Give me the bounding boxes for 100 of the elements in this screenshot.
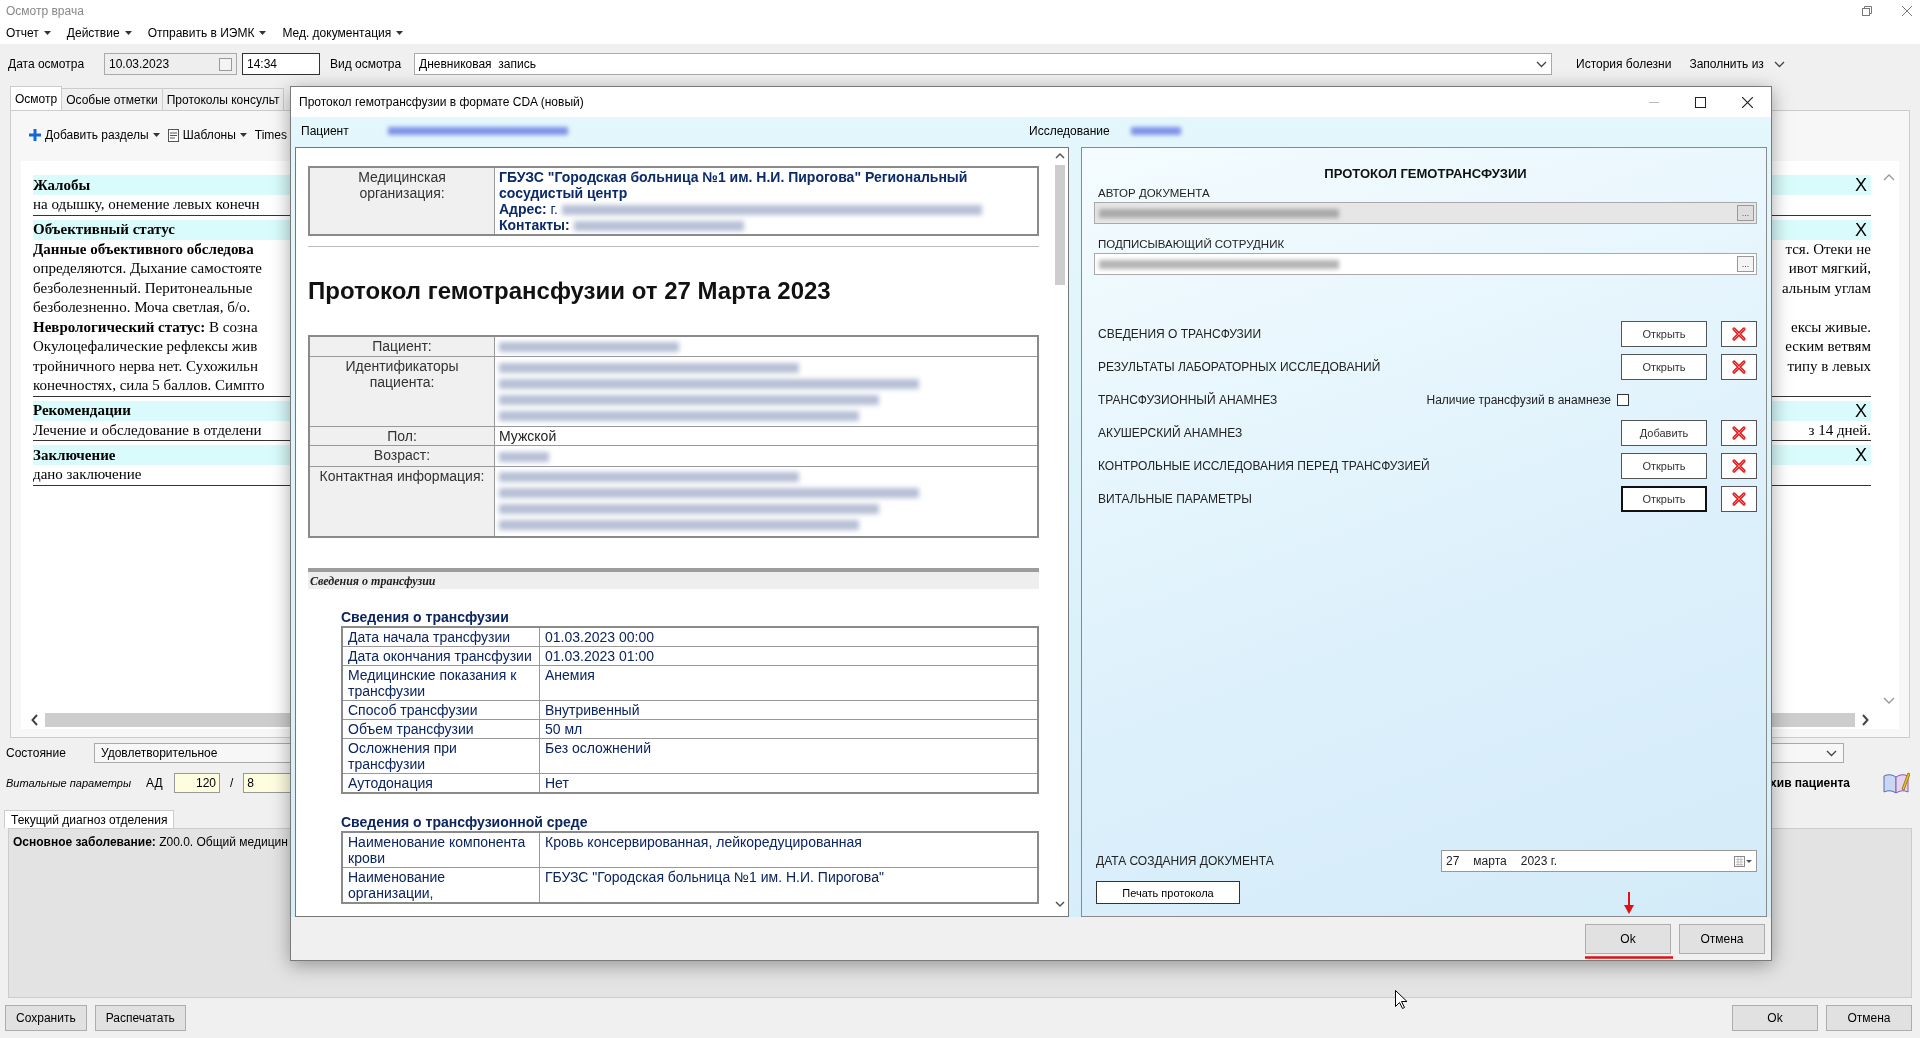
text-line: типу в левых	[1787, 357, 1871, 375]
open-button[interactable]: Открыть	[1621, 353, 1707, 380]
field-label: Исследование	[1029, 124, 1111, 138]
menu-item[interactable]: Отправить в ИЭМК	[145, 26, 269, 40]
chevron-down-icon	[1826, 749, 1837, 757]
delete-button[interactable]	[1721, 419, 1757, 446]
delete-button[interactable]	[1721, 452, 1757, 479]
text-line: Окулоцефалические рефлексы жив	[33, 338, 258, 356]
table-cell: Контактная информация:	[309, 466, 495, 537]
section-title: Объективный статус	[33, 221, 175, 238]
employee-field[interactable]: ...	[1094, 253, 1757, 275]
scrollbar-thumb[interactable]	[1054, 165, 1065, 285]
remove-section-button[interactable]: X	[1851, 446, 1871, 464]
menu-item[interactable]: Действие	[64, 26, 134, 40]
menu-item[interactable]: Отчет	[4, 26, 53, 40]
chevron-down-icon	[1773, 60, 1785, 68]
open-button[interactable]: Открыть	[1621, 320, 1707, 347]
table-cell: Медицинские показания к трансфузии	[342, 665, 540, 701]
date-field[interactable]: 27 марта 2023 г.	[1441, 850, 1757, 872]
open-button[interactable]: Открыть	[1621, 485, 1707, 512]
document-title: Протокол гемотрансфузии от 27 Марта 2023	[308, 277, 832, 305]
dialog-button[interactable]: Ok	[1585, 923, 1671, 954]
text-line: з 14 дней.	[1808, 421, 1871, 439]
scroll-up-icon[interactable]	[1054, 152, 1065, 159]
print-button[interactable]: Печать протокола	[1096, 881, 1240, 904]
mouse-cursor-icon	[1395, 990, 1407, 1009]
chevron-down-icon	[1536, 60, 1547, 68]
toolbar-button[interactable]: Times	[254, 128, 288, 142]
section-label: ВИТАЛЬНЫЕ ПАРАМЕТРЫ	[1098, 491, 1252, 506]
caret-icon	[152, 133, 160, 137]
text-line: еским ветвям	[1785, 338, 1871, 356]
calendar-icon[interactable]	[1734, 855, 1752, 867]
form-title: ПРОТОКОЛ ГЕМОТРАНСФУЗИИ	[1323, 166, 1528, 181]
history-button[interactable]: История болезни	[1576, 57, 1672, 71]
remove-section-button[interactable]: X	[1851, 220, 1871, 239]
close-icon[interactable]	[1742, 96, 1753, 108]
table-cell: Осложнения при трансфузии	[342, 738, 540, 774]
delete-icon	[1731, 358, 1747, 375]
field-label: Пациент	[301, 124, 350, 138]
scroll-left-icon[interactable]	[31, 714, 39, 726]
restore-icon[interactable]	[1862, 6, 1872, 16]
table-cell: Медицинская организация:	[309, 167, 495, 235]
tab[interactable]: Протоколы консульт	[161, 88, 285, 110]
tab[interactable]: Осмотр	[10, 86, 63, 110]
text-line: на одышку, онемение левых конечн	[33, 196, 260, 214]
footer-button[interactable]: Распечатать	[94, 1005, 186, 1031]
toolbar-button[interactable]: Шаблоны	[167, 128, 247, 142]
separator-text: /	[230, 776, 234, 790]
text-line: тся. Отеки не	[1785, 240, 1871, 258]
section-label: РЕЗУЛЬТАТЫ ЛАБОРАТОРНЫХ ИССЛЕДОВАНИЙ	[1098, 359, 1381, 374]
browse-button: ...	[1737, 205, 1754, 221]
date-field[interactable]: 10.03.2023	[104, 53, 237, 75]
remove-section-button[interactable]: X	[1851, 176, 1871, 194]
menu-item[interactable]: Мед. документация	[280, 26, 406, 40]
time-field[interactable]: 14:34	[242, 53, 320, 75]
dialog-title: Протокол гемотрансфузии в формате CDA (новый)	[299, 95, 584, 109]
delete-icon	[1731, 424, 1747, 441]
footer-button[interactable]: Отмена	[1826, 1005, 1912, 1031]
blurred-text	[499, 451, 549, 462]
field-label: Состояние	[6, 746, 67, 760]
book-icon[interactable]	[1882, 771, 1910, 795]
caret-icon	[239, 133, 247, 137]
text-line: Лечение и обследование в отделени	[33, 421, 262, 439]
caret-icon	[43, 31, 51, 35]
tab[interactable]: Текущий диагноз отделения	[4, 810, 175, 828]
section-label: СВЕДЕНИЯ О ТРАНСФУЗИИ	[1098, 326, 1262, 341]
text-line: Данные объективного обследова	[33, 240, 254, 258]
section-label: ТРАНСФУЗИОННЫЙ АНАМНЕЗ	[1098, 392, 1278, 407]
scroll-down-icon[interactable]	[1054, 901, 1065, 908]
remove-section-button[interactable]: X	[1851, 401, 1871, 420]
toolbar-button[interactable]: Добавить разделы	[29, 128, 160, 142]
section-label: КОНТРОЛЬНЫЕ ИССЛЕДОВАНИЯ ПЕРЕД ТРАНСФУЗИЕЙ	[1098, 458, 1430, 473]
organization-detail: Адрес: г.	[499, 201, 558, 217]
checkbox-icon[interactable]	[219, 57, 232, 71]
browse-button[interactable]: ...	[1737, 256, 1754, 272]
dialog-button[interactable]: Отмена	[1679, 923, 1765, 954]
exam-type-select[interactable]: Дневниковая запись	[414, 53, 1552, 75]
window-title: Осмотр врача	[6, 4, 84, 18]
open-button[interactable]: Открыть	[1621, 452, 1707, 479]
delete-button[interactable]	[1721, 320, 1757, 347]
table-cell: Пол:	[309, 426, 495, 446]
maximize-icon[interactable]	[1695, 96, 1706, 108]
open-button[interactable]: Добавить	[1621, 419, 1707, 446]
delete-button[interactable]	[1721, 485, 1757, 512]
fill-from-button[interactable]: Заполнить из	[1689, 57, 1785, 71]
section-label: АКУШЕРСКИЙ АНАМНЕЗ	[1098, 425, 1243, 440]
delete-icon	[1731, 457, 1747, 474]
footer-button[interactable]: Ok	[1732, 1005, 1818, 1031]
table-cell: Дата окончания трансфузии	[342, 646, 540, 666]
footer-button[interactable]: Сохранить	[5, 1005, 87, 1031]
text-line: альным углам	[1782, 279, 1871, 297]
delete-icon	[1731, 325, 1747, 342]
delete-button[interactable]	[1721, 353, 1757, 380]
table-cell: Объем трансфузии	[342, 719, 540, 739]
arrow-annotation	[1624, 891, 1634, 914]
systolic-field[interactable]: 120	[174, 773, 220, 793]
blurred-text	[1131, 127, 1181, 135]
scroll-right-icon[interactable]	[1861, 714, 1869, 726]
section-title: Жалобы	[33, 176, 91, 194]
checkbox[interactable]	[1617, 393, 1629, 406]
